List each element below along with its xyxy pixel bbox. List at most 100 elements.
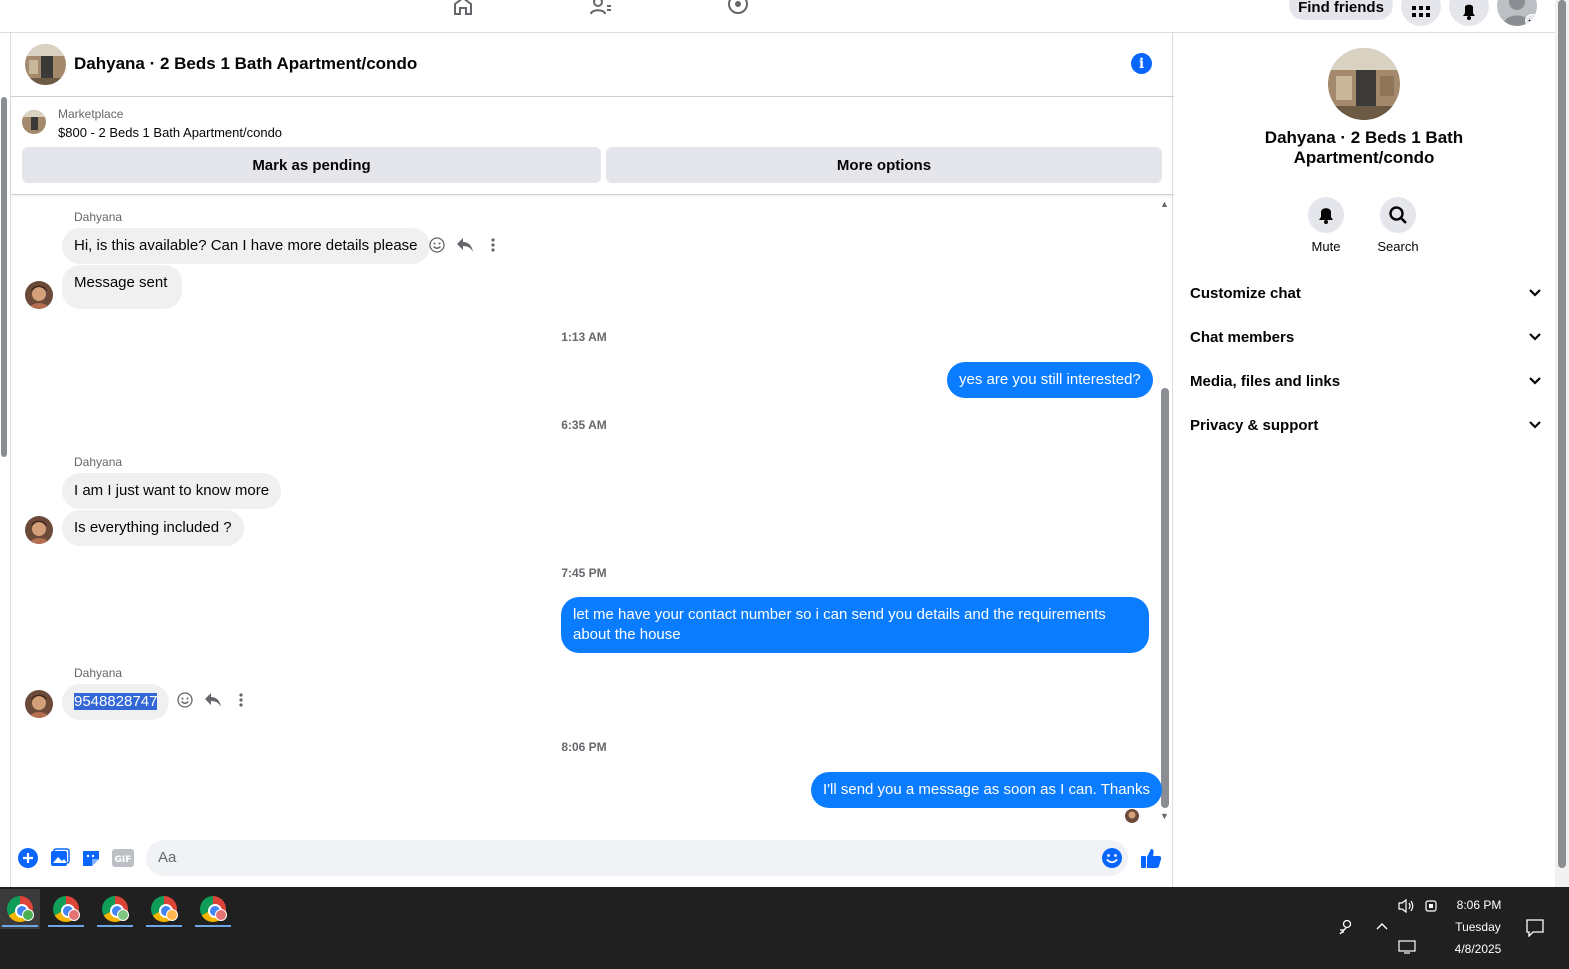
scrollbar-thumb[interactable] xyxy=(1161,388,1169,808)
find-friends-button[interactable]: Find friends xyxy=(1289,0,1393,20)
bell-icon xyxy=(1319,207,1333,224)
mute-button[interactable]: Mute xyxy=(1296,197,1356,254)
outgoing-message[interactable]: yes are you still interested? xyxy=(947,362,1153,398)
timestamp: 1:13 AM xyxy=(561,330,607,344)
more-icon[interactable] xyxy=(484,236,502,254)
incoming-message[interactable]: I am I just want to know more xyxy=(62,473,282,509)
reply-icon[interactable] xyxy=(204,691,222,709)
chevron-up-icon[interactable] xyxy=(1375,919,1389,936)
scrollbar-thumb[interactable] xyxy=(1558,0,1566,868)
section-label: Chat members xyxy=(1190,328,1295,346)
message-input[interactable]: Aa xyxy=(146,840,1128,876)
add-icon[interactable] xyxy=(17,847,39,869)
taskbar-chrome-4[interactable] xyxy=(144,889,184,929)
clock-time[interactable]: 8:06 PM xyxy=(1456,898,1502,912)
section-label: Privacy & support xyxy=(1190,416,1319,434)
incoming-message[interactable]: Hi, is this available? Can I have more d… xyxy=(62,228,430,264)
incoming-message[interactable]: Message sent xyxy=(62,265,183,309)
left-page-scrollbar[interactable] xyxy=(0,83,8,883)
search-label: Search xyxy=(1377,239,1419,254)
sender-avatar[interactable] xyxy=(25,516,53,544)
profile-badge-icon xyxy=(68,909,80,921)
message-actions xyxy=(428,236,502,254)
chat-title: Dahyana · 2 Beds 1 Bath Apartment/condo xyxy=(74,54,418,73)
mute-label: Mute xyxy=(1311,239,1341,254)
customize-chat-section[interactable]: Customize chat xyxy=(1190,278,1542,308)
taskbar-chrome-2[interactable] xyxy=(46,889,86,929)
scroll-up-arrow-icon[interactable]: ▲ xyxy=(1160,199,1169,209)
taskbar-chrome-5[interactable] xyxy=(193,889,233,929)
sender-name: Dahyana xyxy=(74,455,123,469)
active-indicator xyxy=(2,925,38,927)
section-label: Media, files and links xyxy=(1190,372,1341,390)
photo-icon[interactable] xyxy=(49,847,71,869)
timestamp: 8:06 PM xyxy=(561,740,607,754)
message-composer: GIF Aa xyxy=(11,834,1174,884)
account-avatar-button[interactable] xyxy=(1497,0,1537,26)
chevron-down-icon xyxy=(1529,333,1541,341)
listing-thumbnail[interactable] xyxy=(22,110,46,134)
network-icon[interactable] xyxy=(1398,939,1416,958)
people-icon[interactable] xyxy=(1338,919,1354,938)
bell-icon xyxy=(1463,4,1475,20)
right-page-scrollbar[interactable] xyxy=(1555,0,1569,887)
more-options-button[interactable]: More options xyxy=(606,147,1162,183)
react-icon[interactable] xyxy=(428,236,446,254)
notification-center-icon[interactable] xyxy=(1526,919,1544,940)
running-indicator xyxy=(97,925,133,927)
friends-icon[interactable] xyxy=(588,0,614,16)
clock-day[interactable]: Tuesday xyxy=(1452,920,1504,934)
volume-icon[interactable] xyxy=(1397,898,1415,917)
listing-avatar[interactable] xyxy=(25,44,66,85)
profile-badge-icon xyxy=(215,909,227,921)
svg-text:GIF: GIF xyxy=(115,855,132,865)
running-indicator xyxy=(48,925,84,927)
clock-date[interactable]: 4/8/2025 xyxy=(1448,942,1508,956)
outgoing-message[interactable]: let me have your contact number so i can… xyxy=(561,597,1149,653)
incoming-message[interactable]: Is everything included ? xyxy=(62,510,244,546)
search-button[interactable]: Search xyxy=(1368,197,1428,254)
seen-receipt-avatar xyxy=(1125,809,1139,823)
conversation-name: Dahyana · 2 Beds 1 Bath Apartment/condo xyxy=(1264,128,1464,167)
listing-price[interactable]: $800 - 2 Beds 1 Bath Apartment/condo xyxy=(58,125,282,140)
like-icon[interactable] xyxy=(1140,847,1162,869)
marketplace-label: Marketplace xyxy=(58,107,124,121)
outgoing-message[interactable]: I'll send you a message as soon as I can… xyxy=(811,772,1162,808)
profile-badge-icon xyxy=(166,909,178,921)
incoming-message-phone[interactable]: 9548828747 xyxy=(62,684,170,720)
timestamp: 7:45 PM xyxy=(561,566,607,580)
scrollbar-thumb[interactable] xyxy=(1,97,7,457)
meet-now-icon[interactable] xyxy=(1423,898,1439,917)
info-icon[interactable]: i xyxy=(1131,53,1152,74)
chevron-down-icon xyxy=(1529,289,1541,297)
windows-taskbar: 8:06 PM Tuesday 4/8/2025 xyxy=(0,887,1569,969)
top-navigation-bar: Find friends xyxy=(0,0,1556,33)
chevron-down-icon xyxy=(1529,377,1541,385)
chevron-down-icon xyxy=(1525,14,1537,26)
emoji-icon[interactable] xyxy=(1101,847,1123,869)
sender-avatar[interactable] xyxy=(25,690,53,718)
sender-avatar[interactable] xyxy=(25,281,53,309)
media-files-links-section[interactable]: Media, files and links xyxy=(1190,366,1542,396)
reply-icon[interactable] xyxy=(456,236,474,254)
more-icon[interactable] xyxy=(232,691,250,709)
mark-as-pending-button[interactable]: Mark as pending xyxy=(22,147,601,183)
sticker-icon[interactable] xyxy=(80,847,102,869)
chevron-down-icon xyxy=(1529,421,1541,429)
selected-phone-number[interactable]: 9548828747 xyxy=(74,693,158,710)
running-indicator xyxy=(195,925,231,927)
groups-icon[interactable] xyxy=(725,0,751,16)
gif-icon[interactable]: GIF xyxy=(112,847,134,869)
scroll-down-arrow-icon[interactable]: ▼ xyxy=(1160,811,1169,821)
taskbar-chrome-3[interactable] xyxy=(95,889,135,929)
message-actions xyxy=(176,691,250,709)
message-scrollbar[interactable]: ▲ ▼ xyxy=(1159,195,1173,825)
react-icon[interactable] xyxy=(176,691,194,709)
home-icon[interactable] xyxy=(450,0,476,16)
menu-grid-button[interactable] xyxy=(1401,0,1441,26)
listing-avatar-large[interactable] xyxy=(1328,48,1400,120)
notifications-button[interactable] xyxy=(1449,0,1489,26)
privacy-support-section[interactable]: Privacy & support xyxy=(1190,410,1542,440)
chat-members-section[interactable]: Chat members xyxy=(1190,322,1542,352)
taskbar-chrome-1[interactable] xyxy=(0,889,40,929)
